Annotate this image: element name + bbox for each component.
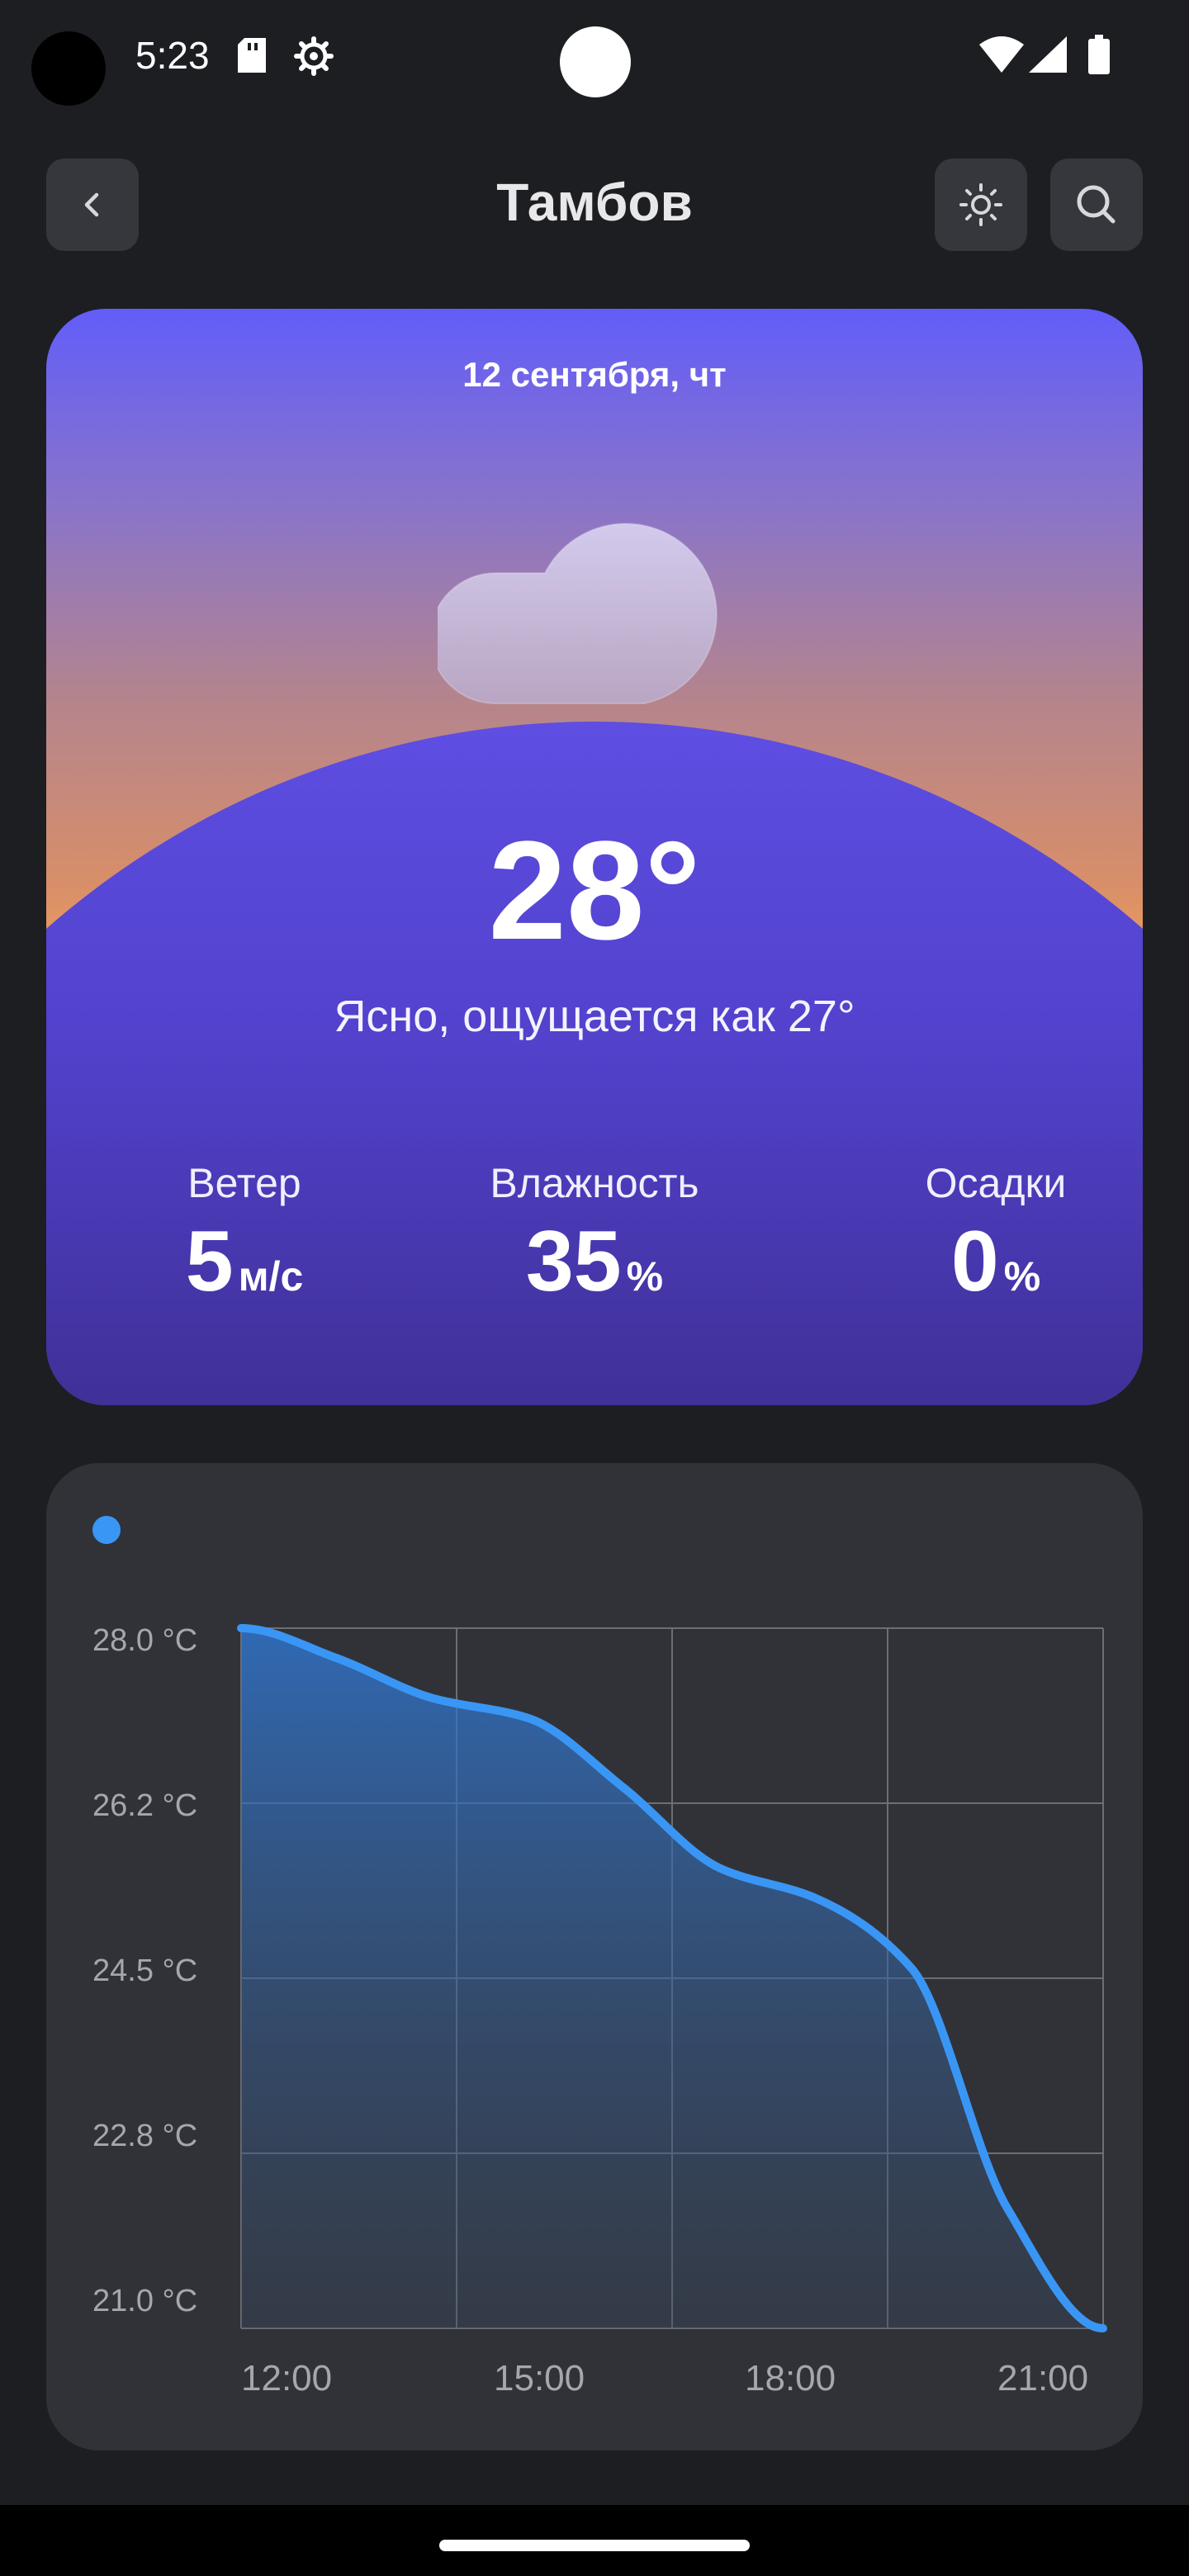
- settings-gear-icon: [294, 36, 334, 76]
- current-weather-card: 12 сентября, чт 28° Ясно, ощущается как …: [46, 309, 1143, 1405]
- top-bar: Тамбов: [0, 157, 1189, 256]
- cloud-icon: [438, 523, 718, 704]
- stat-label: Влажность: [490, 1160, 699, 1206]
- current-temperature: 28°: [488, 812, 701, 969]
- search-button[interactable]: [1050, 159, 1143, 251]
- navigation-bar: [0, 2505, 1189, 2576]
- front-camera-dot: [560, 26, 631, 97]
- stat-value-row: 0%: [872, 1219, 1120, 1305]
- stat-unit: м/с: [238, 1253, 304, 1300]
- stat-value: 0: [950, 1214, 999, 1309]
- camera-cutout: [31, 31, 106, 106]
- stat-unit: %: [626, 1253, 664, 1300]
- stat-unit: %: [1003, 1253, 1041, 1300]
- status-bar: 5:23: [0, 0, 1189, 116]
- sd-card-icon: [238, 38, 266, 73]
- x-tick-label: 18:00: [745, 2358, 836, 2398]
- home-gesture-handle[interactable]: [439, 2540, 750, 2551]
- stat-value: 35: [525, 1214, 622, 1309]
- search-icon: [1077, 185, 1116, 224]
- stat-humidity: Влажность 35%: [429, 1159, 760, 1305]
- battery-icon: [1088, 35, 1110, 74]
- temperature-chart: [237, 1624, 1107, 2332]
- y-tick-label: 28.0 °C: [92, 1623, 198, 1658]
- y-tick-label: 24.5 °C: [92, 1953, 198, 1988]
- temperature-chart-card: 28.0 °C 26.2 °C 24.5 °C 22.8 °C 21.0 °C …: [46, 1463, 1143, 2451]
- x-tick-label: 12:00: [241, 2358, 333, 2398]
- signal-icon: [1029, 36, 1067, 73]
- stat-value: 5: [185, 1214, 234, 1309]
- y-tick-label: 22.8 °C: [92, 2119, 198, 2153]
- stat-value-row: 35%: [429, 1219, 760, 1305]
- weather-date: 12 сентября, чт: [462, 355, 727, 394]
- theme-toggle-button[interactable]: [935, 159, 1027, 251]
- stat-label: Осадки: [925, 1160, 1067, 1206]
- weather-summary: Ясно, ощущается как 27°: [334, 992, 855, 1041]
- stat-wind: Ветер 5 м/с: [96, 1159, 393, 1305]
- y-tick-label: 21.0 °C: [92, 2284, 198, 2318]
- y-tick-label: 26.2 °C: [92, 1788, 198, 1823]
- status-time: 5:23: [135, 34, 210, 77]
- stat-label: Ветер: [187, 1160, 301, 1206]
- x-tick-label: 15:00: [494, 2358, 585, 2398]
- wifi-icon: [979, 36, 1024, 73]
- x-tick-label: 21:00: [997, 2358, 1089, 2398]
- stat-value-row: 5 м/с: [96, 1219, 393, 1305]
- sun-icon: [959, 183, 1002, 226]
- stat-precipitation: Осадки 0%: [872, 1159, 1120, 1305]
